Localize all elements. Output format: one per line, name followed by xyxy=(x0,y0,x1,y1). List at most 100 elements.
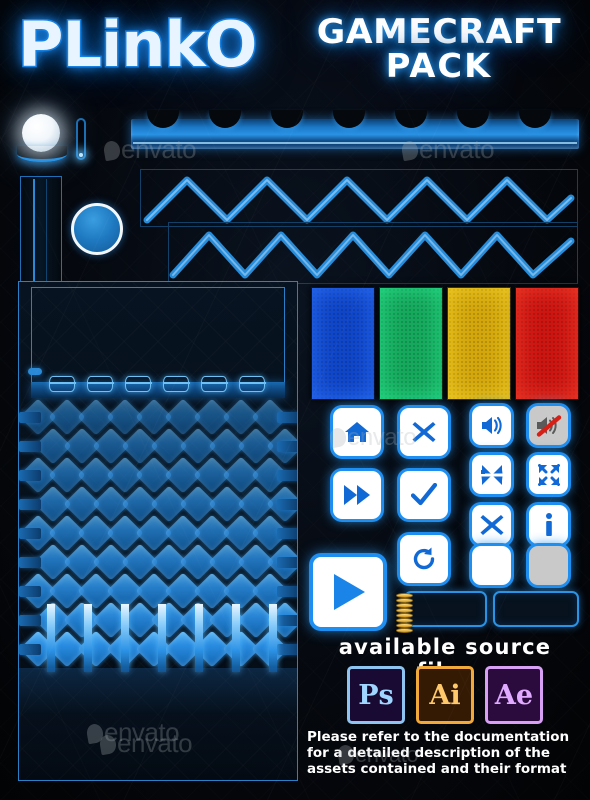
scallop-notch xyxy=(395,110,427,128)
ball-arc-icon xyxy=(17,146,67,162)
sound-on-button[interactable] xyxy=(472,406,511,445)
contract-button[interactable] xyxy=(472,455,511,494)
scallop-notch xyxy=(519,110,551,128)
plinko-side-rail xyxy=(19,441,41,452)
after-effects-abbr: Ae xyxy=(494,679,534,711)
speaker-muted-icon xyxy=(536,414,562,437)
plinko-divider xyxy=(232,604,240,672)
side-frame-inner xyxy=(33,179,47,283)
board-nub-icon xyxy=(28,368,42,375)
coin-stack-icon xyxy=(396,593,413,635)
cancel-button[interactable] xyxy=(472,505,511,544)
check-icon xyxy=(411,482,437,508)
scallop-highlight xyxy=(133,142,577,144)
plinko-side-rail xyxy=(277,412,297,423)
plinko-side-rail xyxy=(19,528,41,539)
home-icon xyxy=(344,420,370,444)
zigzag-rail-bottom-svg xyxy=(169,231,575,279)
contract-icon xyxy=(480,464,503,486)
footer-line-1: Please refer to the documentation xyxy=(307,729,570,745)
plinko-cup xyxy=(238,376,266,392)
after-effects-icon: Ae xyxy=(485,666,543,724)
plinko-side-rail xyxy=(277,441,297,452)
photoshop-icon: Ps xyxy=(347,666,405,724)
plinko-cup xyxy=(86,376,114,392)
play-button[interactable] xyxy=(313,557,383,627)
illustrator-icon: Ai xyxy=(416,666,474,724)
home-button[interactable] xyxy=(333,408,381,456)
plinko-cup xyxy=(48,376,76,392)
footer-line-2: for a detailed description of the xyxy=(307,745,551,761)
plinko-divider xyxy=(158,604,166,672)
title-gamecraft-pack: GAMECRAFT PACK xyxy=(297,15,581,85)
poster-canvas: PLinkO GAMECRAFT PACK envato available s… xyxy=(0,0,590,800)
red-card[interactable] xyxy=(515,287,579,400)
blank-gray-button[interactable] xyxy=(529,546,568,585)
plinko-side-rail xyxy=(277,586,297,597)
play-icon xyxy=(334,574,365,610)
green-card[interactable] xyxy=(379,287,443,400)
fast-forward-button[interactable] xyxy=(333,471,381,519)
footer-note: Please refer to the documentation for a … xyxy=(307,729,585,777)
source-file-icons: Ps Ai Ae xyxy=(311,666,579,724)
scallop-notch xyxy=(271,110,303,128)
color-card-row xyxy=(311,287,579,400)
plinko-side-rail xyxy=(19,615,41,626)
speaker-icon xyxy=(480,415,504,436)
plinko-divider xyxy=(47,604,55,672)
plinko-floor-reflection xyxy=(19,668,297,780)
scallop-notch xyxy=(457,110,489,128)
plinko-side-rail xyxy=(19,470,41,481)
info-icon xyxy=(543,512,555,537)
coin-icon xyxy=(396,628,413,633)
scallop-notch xyxy=(333,110,365,128)
poster-title: PLinkO GAMECRAFT PACK xyxy=(0,6,590,106)
plinko-divider xyxy=(269,604,277,672)
plinko-side-rail xyxy=(19,586,41,597)
scalloped-top-bar xyxy=(131,110,579,149)
plinko-side-rail xyxy=(19,499,41,510)
expand-button[interactable] xyxy=(529,455,568,494)
close-button[interactable] xyxy=(400,408,448,456)
scallop-notch xyxy=(209,110,241,128)
plinko-side-rail xyxy=(277,528,297,539)
score-slot-left xyxy=(404,591,487,627)
side-frame xyxy=(20,176,62,286)
glow-dot-icon xyxy=(79,153,83,157)
footer-line-3: assets contained and their format xyxy=(307,761,567,777)
plinko-side-rail xyxy=(277,615,297,626)
zigzag-rail-top-svg xyxy=(143,176,575,224)
plinko-side-rail xyxy=(277,470,297,481)
blank-white-button[interactable] xyxy=(472,546,511,585)
glow-indicator xyxy=(76,118,86,160)
scallop-notch xyxy=(147,110,179,128)
refresh-icon xyxy=(411,546,437,572)
title-gamecraft-line2: PACK xyxy=(385,46,493,85)
yellow-card[interactable] xyxy=(447,287,511,400)
score-slot-right xyxy=(493,591,579,627)
zigzag-rail-bottom xyxy=(168,222,578,284)
title-plinko: PLinkO xyxy=(16,8,258,81)
replay-button[interactable] xyxy=(400,535,448,583)
plinko-cup xyxy=(162,376,190,392)
plinko-cup xyxy=(200,376,228,392)
plinko-side-rail xyxy=(277,557,297,568)
x-icon xyxy=(412,420,436,444)
zigzag-rail-top xyxy=(140,169,578,227)
plinko-chip xyxy=(71,203,123,255)
x-icon xyxy=(480,513,504,537)
plinko-side-rail xyxy=(277,644,297,655)
photoshop-abbr: Ps xyxy=(358,679,394,711)
plinko-side-rail xyxy=(19,644,41,655)
confirm-button[interactable] xyxy=(400,471,448,519)
plinko-divider xyxy=(121,604,129,672)
info-button[interactable] xyxy=(529,505,568,544)
plinko-side-rail xyxy=(277,499,297,510)
illustrator-abbr: Ai xyxy=(429,679,461,711)
plinko-divider xyxy=(84,604,92,672)
expand-icon xyxy=(537,463,560,486)
sound-off-button[interactable] xyxy=(529,406,568,445)
plinko-divider xyxy=(195,604,203,672)
plinko-board: envato xyxy=(18,281,298,781)
blue-card[interactable] xyxy=(311,287,375,400)
